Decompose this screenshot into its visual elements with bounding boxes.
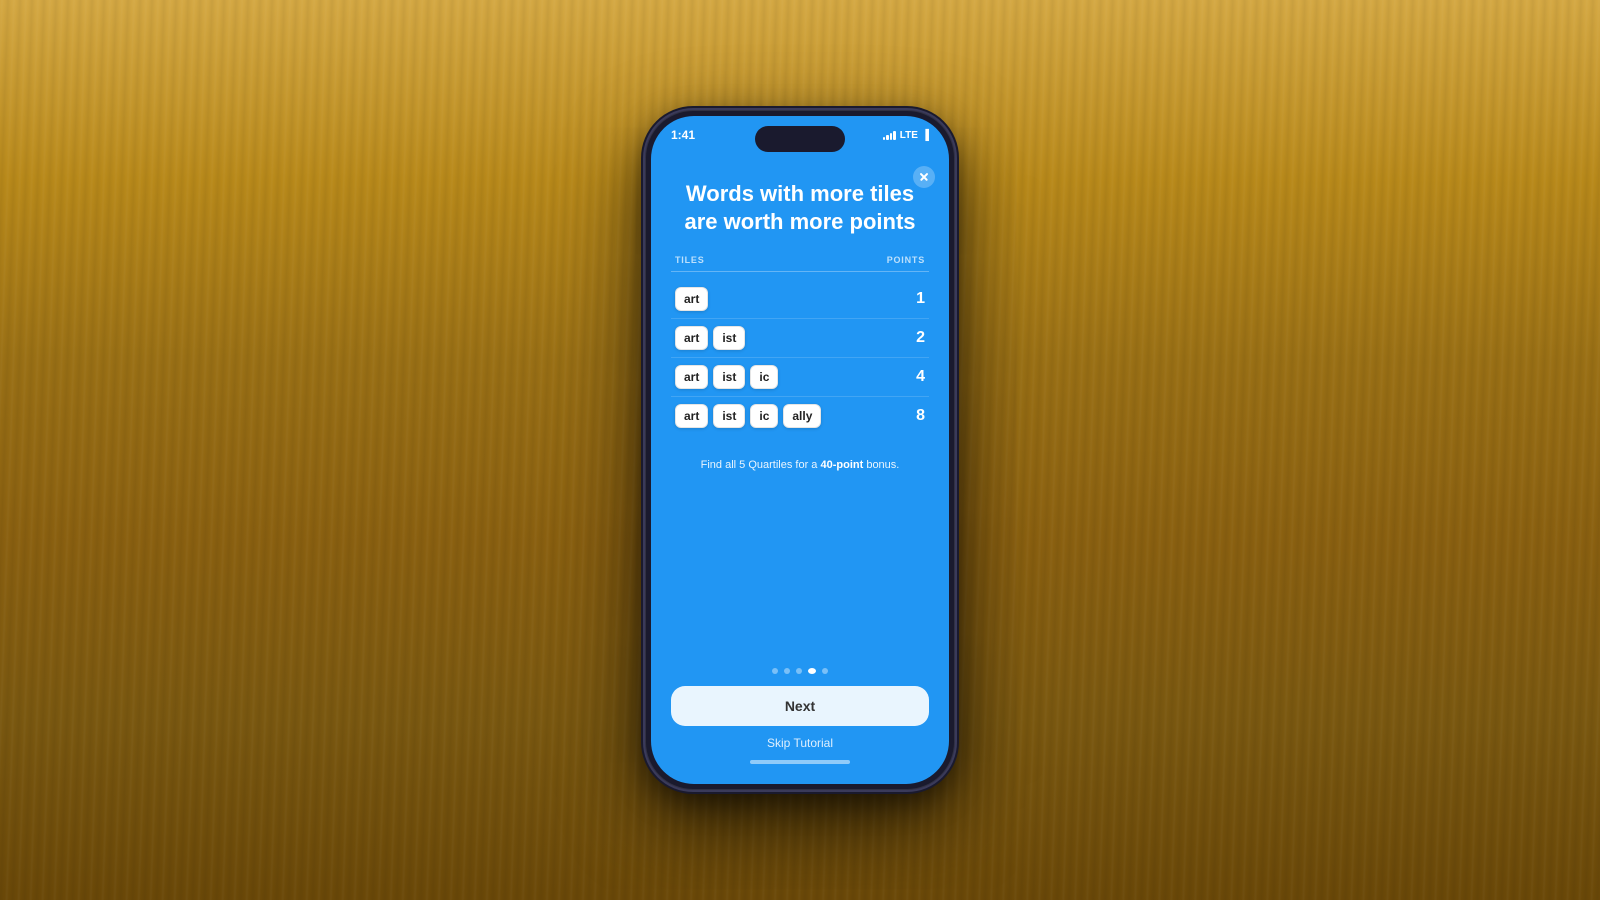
spacer <box>671 482 929 669</box>
table-row: art ist 2 <box>671 319 929 358</box>
bonus-suffix: bonus. <box>863 459 899 471</box>
lte-label: LTE <box>900 130 918 141</box>
tile-art-2: art <box>675 326 708 350</box>
tile-ally-4: ally <box>783 404 821 428</box>
table-divider <box>671 271 929 272</box>
screen-content: Words with more tiles are worth more poi… <box>651 162 949 784</box>
scoring-table: TILES POINTS art 1 art <box>671 255 929 435</box>
table-header: TILES POINTS <box>671 255 929 271</box>
dot-3 <box>796 668 802 674</box>
tile-ist-2: ist <box>713 326 745 350</box>
signal-icon <box>883 130 896 140</box>
bonus-highlight: 40-point <box>820 459 863 471</box>
points-2: 2 <box>916 329 925 347</box>
tile-ic-4: ic <box>750 404 778 428</box>
home-indicator <box>750 760 850 764</box>
bonus-prefix: Find all 5 Quartiles for a <box>701 459 821 471</box>
points-3: 4 <box>916 368 925 386</box>
tile-ic-3: ic <box>750 365 778 389</box>
close-button[interactable] <box>913 166 935 188</box>
status-icons: LTE ▐ <box>883 130 929 141</box>
next-button[interactable]: Next <box>671 686 929 726</box>
header-tiles: TILES <box>675 255 705 265</box>
status-time: 1:41 <box>671 128 695 142</box>
scene: 1:41 LTE ▐ Words with more tiles are wor… <box>0 0 1600 900</box>
phone-screen: 1:41 LTE ▐ Words with more tiles are wor… <box>651 116 949 784</box>
tile-art-1: art <box>675 287 708 311</box>
dot-5 <box>822 668 828 674</box>
points-4: 8 <box>916 407 925 425</box>
dot-2 <box>784 668 790 674</box>
tile-ist-4: ist <box>713 404 745 428</box>
header-points: POINTS <box>887 255 925 265</box>
table-row: art 1 <box>671 280 929 319</box>
dot-1 <box>772 668 778 674</box>
points-1: 1 <box>916 290 925 308</box>
table-row: art ist ic 4 <box>671 358 929 397</box>
tiles-group-1: art <box>675 287 708 311</box>
dynamic-island <box>755 126 845 152</box>
bonus-text: Find all 5 Quartiles for a 40-point bonu… <box>671 457 929 474</box>
pagination-dots <box>671 668 929 674</box>
phone-frame: 1:41 LTE ▐ Words with more tiles are wor… <box>645 110 955 790</box>
battery-icon: ▐ <box>922 130 929 141</box>
headline: Words with more tiles are worth more poi… <box>671 180 929 235</box>
tiles-group-3: art ist ic <box>675 365 778 389</box>
table-row: art ist ic ally 8 <box>671 397 929 435</box>
tiles-group-4: art ist ic ally <box>675 404 821 428</box>
tiles-group-2: art ist <box>675 326 745 350</box>
tile-art-3: art <box>675 365 708 389</box>
tile-art-4: art <box>675 404 708 428</box>
dot-4-active <box>808 668 816 674</box>
skip-tutorial-button[interactable]: Skip Tutorial <box>671 736 929 750</box>
tile-ist-3: ist <box>713 365 745 389</box>
